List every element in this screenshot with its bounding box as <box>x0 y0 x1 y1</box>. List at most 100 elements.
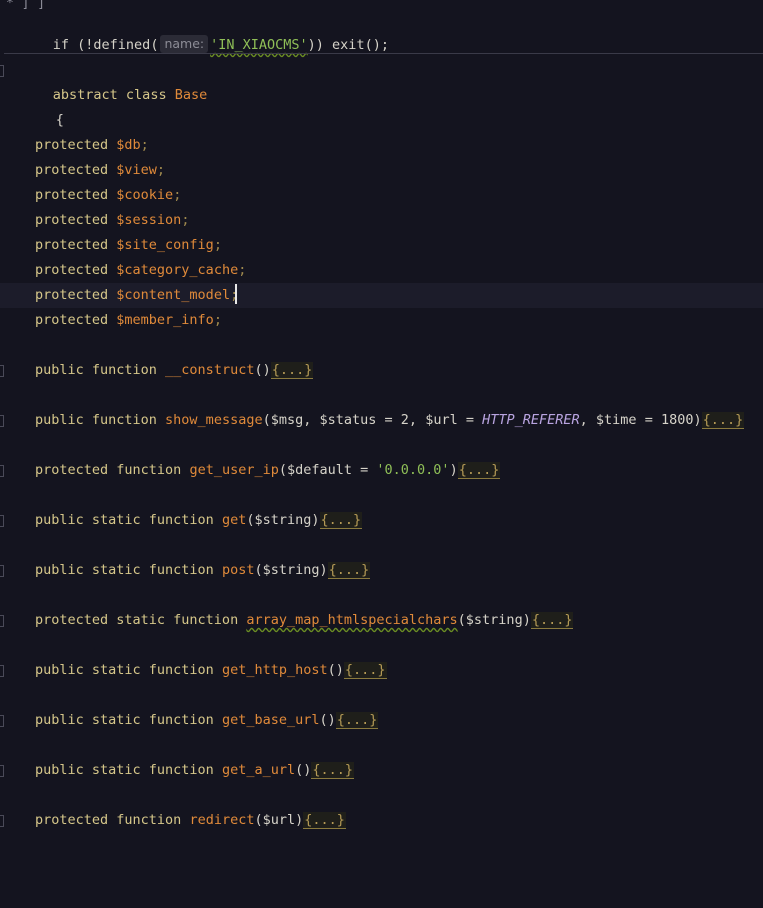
folded-body[interactable]: {...} <box>530 612 574 629</box>
folded-body[interactable]: {...} <box>343 662 387 679</box>
param: $status <box>319 412 377 428</box>
code-line-method-get-a-url[interactable]: public static function get_a_url(){...} <box>0 758 763 783</box>
fold-marker-icon[interactable] <box>0 365 4 377</box>
method-args: () <box>254 362 271 378</box>
text-cursor <box>235 284 237 304</box>
code-line-method-show-message[interactable]: public function show_message($msg, $stat… <box>0 408 763 433</box>
paren: ) <box>319 562 328 578</box>
paren: ( <box>254 812 263 828</box>
property-name: $category_cache <box>116 262 239 278</box>
method-name: get <box>221 512 247 528</box>
folded-body[interactable]: {...} <box>701 412 745 429</box>
assign: = <box>457 412 483 428</box>
fold-marker-icon[interactable] <box>0 415 4 427</box>
folded-body[interactable]: {...} <box>270 362 314 379</box>
param: $time <box>595 412 637 428</box>
param: $url <box>262 812 296 828</box>
folded-body[interactable]: {...} <box>319 512 363 529</box>
modifier: protected <box>35 312 117 328</box>
property-name: $site_config <box>116 237 214 253</box>
property-name: $member_info <box>116 312 214 328</box>
semicolon: ; <box>213 312 222 328</box>
fold-marker-icon[interactable] <box>0 665 4 677</box>
method-signature: public function <box>35 362 166 378</box>
folded-body[interactable]: {...} <box>457 462 501 479</box>
method-name: __construct <box>165 362 255 378</box>
folded-body[interactable]: {...} <box>303 812 346 829</box>
code-editor[interactable]: * ] ] if (!defined(name: 'IN_XIAOCMS')) e… <box>0 0 763 847</box>
method-separator-line <box>4 53 763 54</box>
method-signature: public static function <box>35 712 222 728</box>
modifier: protected <box>35 237 117 253</box>
method-signature: public static function <box>35 512 222 528</box>
code-line-property[interactable]: protected $db; <box>0 133 763 158</box>
method-name: redirect <box>189 812 255 828</box>
code-line-guard[interactable]: if (!defined(name: 'IN_XIAOCMS')) exit(); <box>0 8 763 53</box>
code-line-brace[interactable]: { <box>0 83 763 128</box>
property-name: $db <box>116 137 141 153</box>
separator: , <box>303 412 320 428</box>
modifier: protected <box>35 162 117 178</box>
fold-marker-icon[interactable] <box>0 715 4 727</box>
code-line-property[interactable]: protected $member_info; <box>0 308 763 333</box>
code-line-property[interactable]: protected $view; <box>0 158 763 183</box>
semicolon: ; <box>173 187 182 203</box>
folded-body[interactable]: {...} <box>327 562 371 579</box>
guard-prefix: if (!defined( <box>52 37 159 53</box>
code-line-class[interactable]: abstract class Base <box>0 58 763 103</box>
method-args: () <box>319 712 336 728</box>
param: $url <box>425 412 458 428</box>
semicolon: ; <box>213 237 222 253</box>
code-line-method-construct[interactable]: public function __construct(){...} <box>0 358 763 383</box>
fold-marker-icon[interactable] <box>0 615 4 627</box>
code-line-method-array-map[interactable]: protected static function array_map_html… <box>0 608 763 633</box>
param: $msg <box>270 412 304 428</box>
fold-marker-icon[interactable] <box>0 815 4 827</box>
guard-string: 'IN_XIAOCMS' <box>210 37 308 53</box>
default-value: = 2, <box>376 412 426 428</box>
code-line-method-get[interactable]: public static function get($string){...} <box>0 508 763 533</box>
method-name: get_http_host <box>221 662 328 678</box>
code-line-method-get-user-ip[interactable]: protected function get_user_ip($default … <box>0 458 763 483</box>
paren: ) <box>295 812 304 828</box>
semicolon: ; <box>140 137 149 153</box>
code-line-method-redirect[interactable]: protected function redirect($url){...} <box>0 808 763 833</box>
method-signature: public static function <box>35 662 222 678</box>
string-literal: '0.0.0.0' <box>376 462 450 478</box>
method-name: show_message <box>165 412 263 428</box>
code-line-property-current[interactable]: protected $content_model; <box>0 283 763 308</box>
modifier: protected <box>35 137 117 153</box>
separator: , <box>579 412 596 428</box>
constant: HTTP_REFERER <box>482 412 580 428</box>
guard-suffix: )) exit(); <box>307 37 389 53</box>
folded-body[interactable]: {...} <box>335 712 379 729</box>
property-name: $session <box>116 212 182 228</box>
paren: ) <box>311 512 320 528</box>
code-line-property[interactable]: protected $category_cache; <box>0 258 763 283</box>
folded-body[interactable]: {...} <box>311 762 354 779</box>
code-line-method-get-base-url[interactable]: public static function get_base_url(){..… <box>0 708 763 733</box>
code-line-method-get-http-host[interactable]: public static function get_http_host(){.… <box>0 658 763 683</box>
method-args: () <box>295 762 312 778</box>
open-brace: { <box>55 112 64 128</box>
code-line-property[interactable]: protected $session; <box>0 208 763 233</box>
fold-marker-icon[interactable] <box>0 515 4 527</box>
paren: ( <box>254 562 263 578</box>
paren: ) <box>522 612 531 628</box>
param: $string <box>262 562 320 578</box>
fold-marker-icon[interactable] <box>0 565 4 577</box>
code-line-property[interactable]: protected $cookie; <box>0 183 763 208</box>
fold-marker-icon[interactable] <box>0 765 4 777</box>
paren: ) <box>449 462 458 478</box>
fold-marker-icon[interactable] <box>0 465 4 477</box>
code-line-property[interactable]: protected $site_config; <box>0 233 763 258</box>
method-signature: public static function <box>35 762 222 778</box>
modifier: protected <box>35 212 117 228</box>
property-name: $content_model <box>116 287 231 303</box>
param: $string <box>465 612 523 628</box>
method-signature: protected static function <box>35 612 247 628</box>
code-line-method-post[interactable]: public static function post($string){...… <box>0 558 763 583</box>
semicolon: ; <box>181 212 190 228</box>
method-signature: public static function <box>35 562 222 578</box>
semicolon: ; <box>238 262 247 278</box>
